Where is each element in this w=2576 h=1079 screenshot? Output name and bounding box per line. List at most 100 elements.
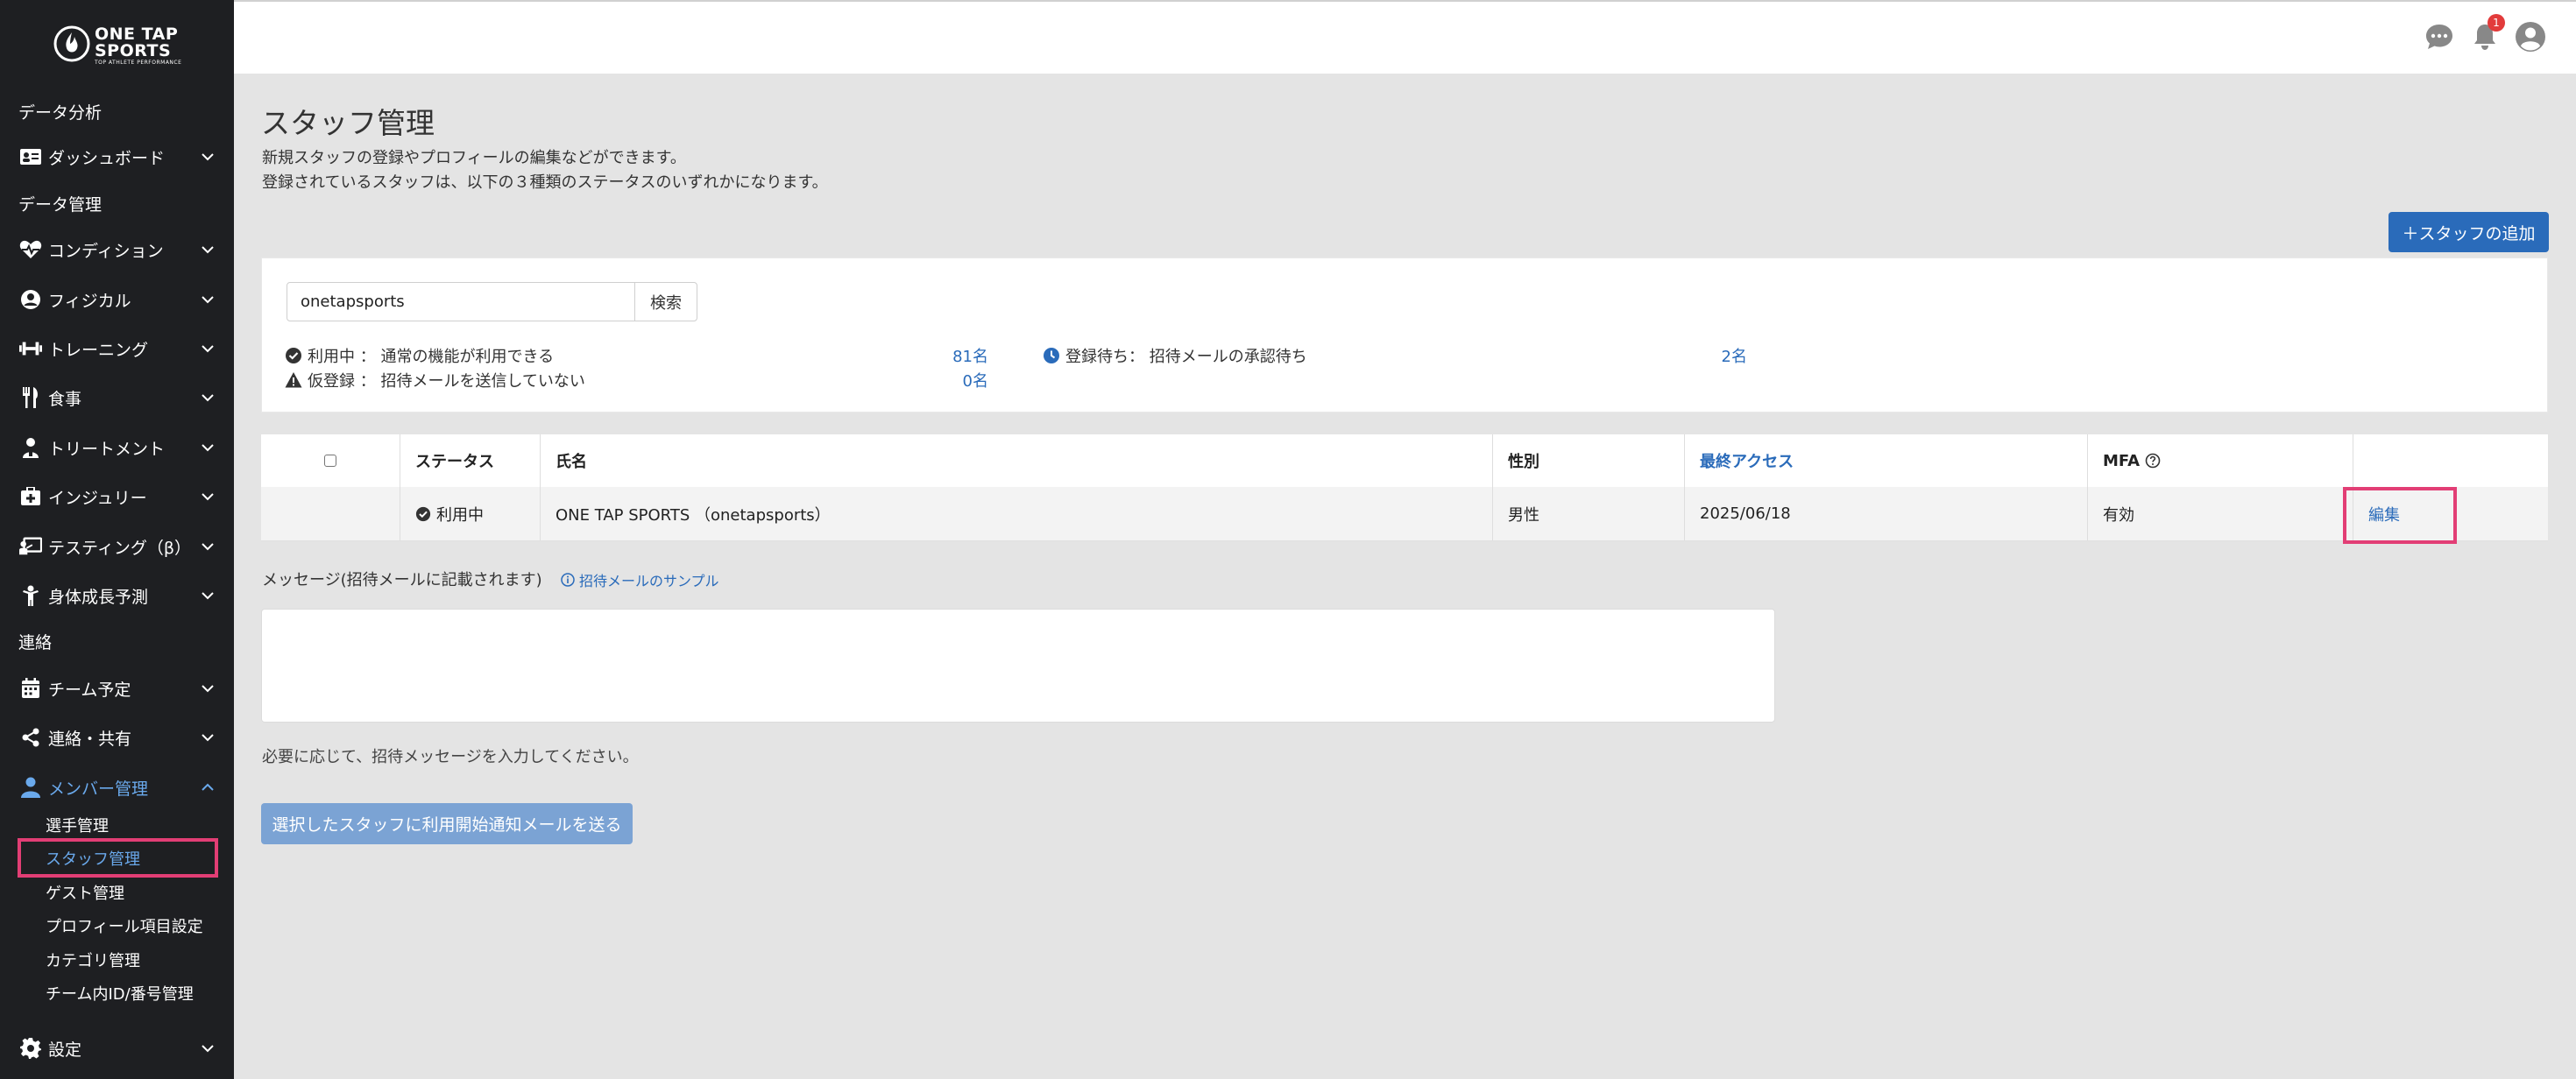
heartbeat-icon xyxy=(19,238,42,261)
child-icon xyxy=(19,584,42,607)
nav-team-schedule[interactable]: チーム予定 xyxy=(0,666,234,711)
message-label: メッセージ(招待メールに記載されます) xyxy=(262,571,542,589)
sub-guest-management[interactable]: ゲスト管理 xyxy=(46,881,124,904)
select-all-checkbox[interactable] xyxy=(324,455,336,467)
search-button[interactable]: 検索 xyxy=(634,282,697,321)
row-status: 利用中 xyxy=(400,487,541,540)
chevron-down-icon xyxy=(202,734,214,742)
send-notification-button[interactable]: 選択したスタッフに利用開始通知メールを送る xyxy=(261,803,633,844)
stat-active-label: 利用中 ： 通常の機能が利用できる xyxy=(308,348,555,366)
notification-badge: 1 xyxy=(2488,14,2505,32)
account-icon[interactable] xyxy=(2514,20,2547,53)
chevron-down-icon xyxy=(202,685,214,693)
search-input[interactable] xyxy=(287,282,635,321)
highlight-edit-link xyxy=(2343,487,2457,544)
utensils-icon xyxy=(19,386,42,409)
nav-condition[interactable]: コンディション xyxy=(0,227,234,272)
sub-profile-settings[interactable]: プロフィール項目設定 xyxy=(46,914,203,937)
chevron-down-icon xyxy=(202,592,214,600)
stat-pending: 登録待ち： 招待メールの承認待ち xyxy=(1043,344,1307,367)
nav-dashboard[interactable]: ダッシュボード xyxy=(0,134,234,180)
section-data-analysis: データ分析 xyxy=(18,103,103,123)
page-title: スタッフ管理 xyxy=(261,106,435,140)
chevron-down-icon xyxy=(202,1045,214,1053)
sub-player-management[interactable]: 選手管理 xyxy=(46,814,109,836)
nav-label: ダッシュボード xyxy=(48,148,166,168)
gear-icon xyxy=(19,1037,42,1060)
brand-logo[interactable]: ONE TAP SPORTS TOP ATHLETE PERFORMANCE xyxy=(53,25,184,67)
chevron-down-icon xyxy=(202,246,214,254)
stat-active: 利用中 ： 通常の機能が利用できる xyxy=(285,344,554,367)
chat-icon[interactable] xyxy=(2423,20,2456,53)
chevron-down-icon xyxy=(202,493,214,501)
header-name: 氏名 xyxy=(541,434,1493,487)
notification-bell[interactable]: 1 xyxy=(2468,14,2505,53)
nav-share[interactable]: 連絡・共有 xyxy=(0,715,234,760)
nav-settings[interactable]: 設定 xyxy=(0,1026,234,1071)
header-actions xyxy=(2353,434,2548,487)
active-count-link[interactable]: 81名 xyxy=(929,344,988,367)
sidebar: ONE TAP SPORTS TOP ATHLETE PERFORMANCE デ… xyxy=(0,0,234,1079)
dumbbell-icon xyxy=(19,337,42,360)
row-name: ONE TAP SPORTS （onetapsports） xyxy=(541,487,1493,540)
nav-physical[interactable]: フィジカル xyxy=(0,277,234,322)
chevron-down-icon xyxy=(202,444,214,452)
nav-treatment[interactable]: トリートメント xyxy=(0,425,234,470)
row-status-label: 利用中 xyxy=(436,505,484,525)
nav-growth-prediction[interactable]: 身体成長予測 xyxy=(0,573,234,618)
header-gender: 性別 xyxy=(1493,434,1685,487)
nav-testing[interactable]: テスティング（β） xyxy=(0,524,234,569)
nav-label: メンバー管理 xyxy=(48,779,149,799)
row-select-cell xyxy=(261,487,400,540)
header-mfa: MFA xyxy=(2088,434,2353,487)
nav-meal[interactable]: 食事 xyxy=(0,375,234,420)
treatment-icon xyxy=(19,436,42,459)
row-gender: 男性 xyxy=(1493,487,1685,540)
add-staff-button[interactable]: ＋スタッフの追加 xyxy=(2388,212,2549,252)
nav-injury[interactable]: インジュリー xyxy=(0,474,234,519)
warning-icon xyxy=(285,372,302,388)
share-icon xyxy=(19,726,42,749)
nav-label: トレーニング xyxy=(48,340,149,360)
row-last-access: 2025/06/18 xyxy=(1685,487,2088,540)
header-last-access[interactable]: 最終アクセス xyxy=(1685,434,2088,487)
nav-label: 身体成長予測 xyxy=(48,587,149,607)
stat-provisional: 仮登録 ： 招待メールを送信していない xyxy=(285,369,585,391)
brand-name: ONE TAP SPORTS xyxy=(95,25,179,60)
header-mfa-label: MFA xyxy=(2103,451,2141,470)
highlight-staff-nav xyxy=(18,838,218,878)
user-circle-icon xyxy=(19,288,42,311)
sub-team-id-management[interactable]: チーム内ID/番号管理 xyxy=(46,982,194,1005)
calendar-icon xyxy=(19,677,42,700)
nav-label: 食事 xyxy=(48,389,82,409)
chalkboard-icon xyxy=(19,535,42,558)
pending-count-link[interactable]: 2名 xyxy=(1691,344,1747,367)
chevron-down-icon xyxy=(202,296,214,304)
nav-label: コンディション xyxy=(48,241,164,261)
message-textarea[interactable] xyxy=(261,609,1775,723)
nav-label: 設定 xyxy=(48,1040,82,1060)
nav-training[interactable]: トレーニング xyxy=(0,326,234,371)
stat-pending-label: 登録待ち： 招待メールの承認待ち xyxy=(1065,348,1307,366)
topbar: 1 xyxy=(234,0,2576,74)
brand-tagline: TOP ATHLETE PERFORMANCE xyxy=(95,60,182,66)
sub-category-management[interactable]: カテゴリ管理 xyxy=(46,949,140,971)
stat-provisional-label: 仮登録 ： 招待メールを送信していない xyxy=(308,372,585,391)
header-status: ステータス xyxy=(400,434,541,487)
help-icon[interactable] xyxy=(2145,453,2161,469)
check-circle-icon xyxy=(286,348,301,363)
section-data-management: データ管理 xyxy=(18,195,103,215)
nav-member-management[interactable]: メンバー管理 xyxy=(0,765,234,810)
nav-label: チーム予定 xyxy=(48,680,131,700)
sample-mail-link[interactable]: 招待メールのサンプル xyxy=(561,569,719,590)
chevron-down-icon xyxy=(202,153,214,161)
info-icon xyxy=(561,573,575,587)
nav-label: テスティング（β） xyxy=(48,538,191,558)
page-description-1: 新規スタッフの登録やプロフィールの編集などができます。 xyxy=(262,149,686,167)
clock-icon xyxy=(1044,348,1059,363)
page-description-2: 登録されているスタッフは、以下の３種類のステータスのいずれかになります。 xyxy=(262,173,828,192)
provisional-count-link[interactable]: 0名 xyxy=(929,369,988,391)
nav-label: フィジカル xyxy=(48,291,131,311)
table-header: ステータス 氏名 性別 最終アクセス MFA xyxy=(261,434,2548,488)
nav-label: 連絡・共有 xyxy=(48,729,132,749)
